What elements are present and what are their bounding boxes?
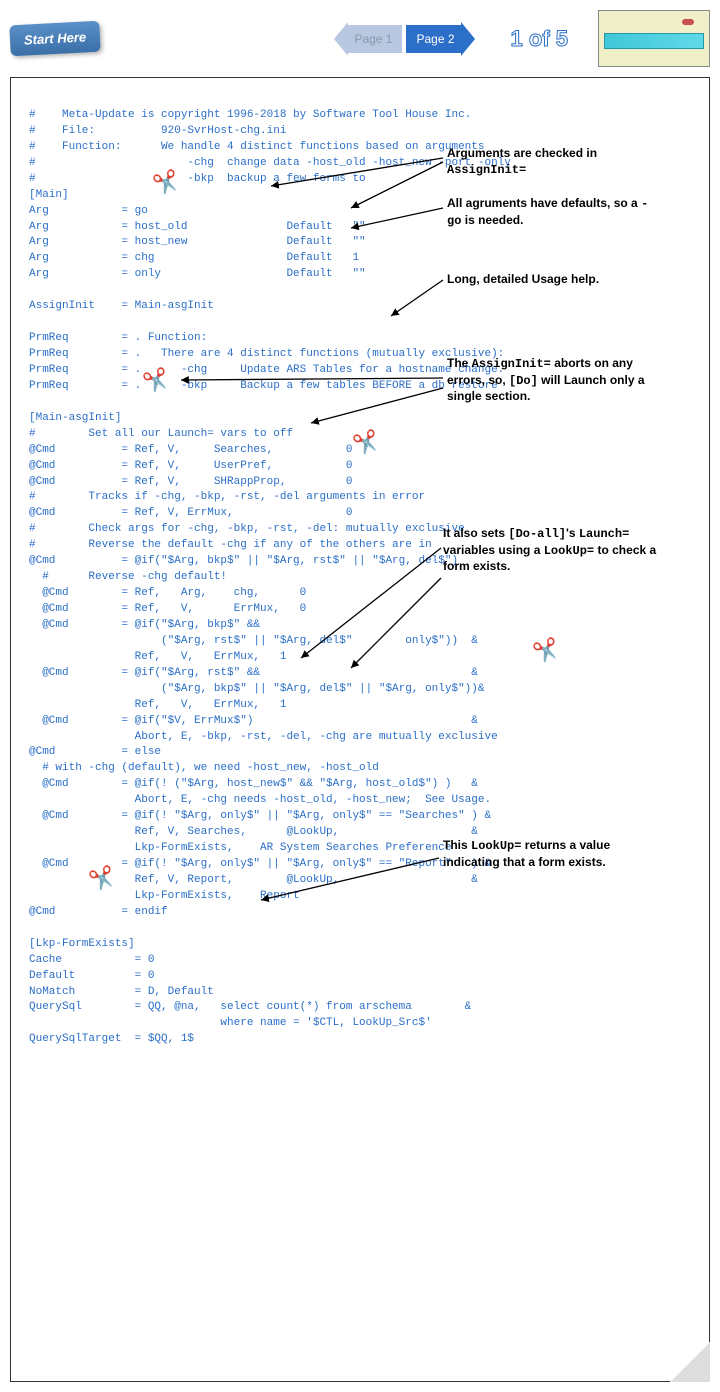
page-counter: 1 of 5 xyxy=(511,26,568,52)
next-page-button[interactable]: Page 2 xyxy=(406,25,460,53)
code-listing: # Meta-Update is copyright 1996-2018 by … xyxy=(29,109,511,1045)
annotation-do-all: It also sets [Do-all]'s Launch= variable… xyxy=(443,526,663,575)
page-dogear xyxy=(670,1342,710,1382)
annotation-defaults: All agruments have defaults, so a -go is… xyxy=(447,196,657,229)
annotation-lookup-returns: This LookUp= returns a value indicating … xyxy=(443,838,663,870)
annotation-usage-help: Long, detailed Usage help. xyxy=(447,272,657,288)
prev-page-button[interactable]: Page 1 xyxy=(348,25,402,53)
top-bar: Start Here Page 1 Page 2 1 of 5 xyxy=(10,10,710,67)
document-page: # Meta-Update is copyright 1996-2018 by … xyxy=(10,77,710,1382)
page-thumbnail[interactable] xyxy=(598,10,710,67)
annotation-assigninit-aborts: The AssignInit= aborts on any errors, so… xyxy=(447,356,667,405)
scissors-icon: ✂️ xyxy=(351,427,384,463)
start-here-button[interactable]: Start Here xyxy=(9,21,101,57)
page-nav: Page 1 Page 2 xyxy=(348,25,460,53)
annotation-args-checked: Arguments are checked in AssignInit= xyxy=(447,146,657,178)
scissors-icon: ✂️ xyxy=(531,635,564,671)
